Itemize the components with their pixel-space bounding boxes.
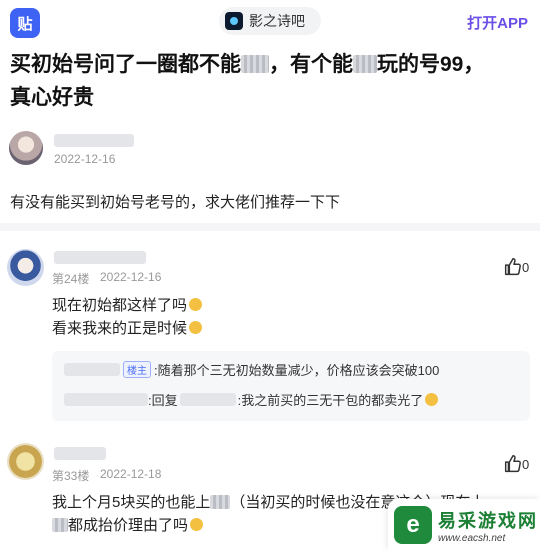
forum-name: 影之诗吧: [249, 13, 305, 29]
username-blurred[interactable]: [54, 447, 106, 460]
thumbs-up-icon[interactable]: [502, 256, 524, 278]
tieba-logo[interactable]: 贴: [10, 8, 40, 38]
title-part-4: 真心好贵: [10, 86, 94, 109]
watermark-title: 易采游戏网: [438, 510, 538, 532]
thumbs-up-icon[interactable]: [502, 453, 524, 475]
mosaic-blur: [241, 55, 269, 73]
avatar[interactable]: [7, 443, 44, 480]
floor-number: 第33楼: [52, 469, 90, 483]
username-blurred[interactable]: [64, 393, 148, 406]
forum-link[interactable]: 影之诗吧: [219, 7, 321, 35]
watermark-logo: e: [394, 506, 432, 544]
post-content: 有没有能买到初始号老号的，求大佬们推荐一下下: [10, 194, 341, 211]
reply-line: 现在初始都这样了吗: [52, 297, 188, 314]
like-count: 0: [522, 260, 530, 275]
title-part-3: 玩的号99，: [377, 53, 485, 76]
avatar[interactable]: [7, 249, 44, 286]
emoji-icon: [189, 321, 203, 334]
sub-reply[interactable]: :回复 :我之前买的三无干包的都卖光了: [64, 390, 439, 409]
reply-date: 2022-12-16: [100, 270, 162, 284]
mosaic-blur: [353, 55, 377, 73]
avatar[interactable]: [9, 131, 43, 165]
forum-avatar-icon: [225, 12, 243, 30]
post-title: 买初始号问了一圈都不能 ，有个能 玩的号99， 真心好贵: [10, 48, 530, 114]
username-blurred[interactable]: [54, 251, 146, 264]
title-part-2: ，有个能: [269, 53, 353, 76]
mosaic-blur: [52, 518, 68, 532]
op-badge: 楼主: [123, 361, 151, 378]
sub-replies: 楼主 :随着那个三无初始数量减少，价格应该会突破100 :回复 :我之前买的三无…: [52, 351, 530, 421]
reply-to-label: :回复: [148, 393, 178, 408]
reply-line: 都成抬价理由了吗: [68, 517, 189, 534]
like-count: 0: [522, 457, 530, 472]
mosaic-blur: [210, 495, 231, 509]
username-blurred[interactable]: [179, 393, 236, 406]
sub-reply-text: :我之前买的三无干包的都卖光了: [237, 393, 424, 408]
reply-line: 看来我来的正是时候: [52, 320, 188, 337]
title-part-1: 买初始号问了一圈都不能: [10, 53, 241, 76]
site-watermark: e 易采游戏网 www.eacsh.net: [388, 499, 540, 551]
reply-line: 我上个月5块买的也能上: [52, 494, 211, 511]
sub-reply-text: :随着那个三无初始数量减少，价格应该会突破100: [154, 363, 440, 378]
reply-content: 现在初始都这样了吗 看来我来的正是时候: [52, 294, 203, 340]
section-divider: [0, 223, 540, 231]
open-app-button[interactable]: 打开APP: [467, 12, 528, 33]
emoji-icon: [425, 393, 439, 406]
post-date: 2022-12-16: [54, 152, 116, 166]
reply-date: 2022-12-18: [100, 467, 162, 481]
username-blurred[interactable]: [54, 134, 134, 147]
emoji-icon: [189, 298, 203, 311]
floor-number: 第24楼: [52, 272, 90, 286]
username-blurred[interactable]: [64, 363, 120, 376]
watermark-url: www.eacsh.net: [438, 532, 506, 544]
sub-reply[interactable]: 楼主 :随着那个三无初始数量减少，价格应该会突破100: [64, 360, 439, 379]
emoji-icon: [190, 518, 204, 531]
